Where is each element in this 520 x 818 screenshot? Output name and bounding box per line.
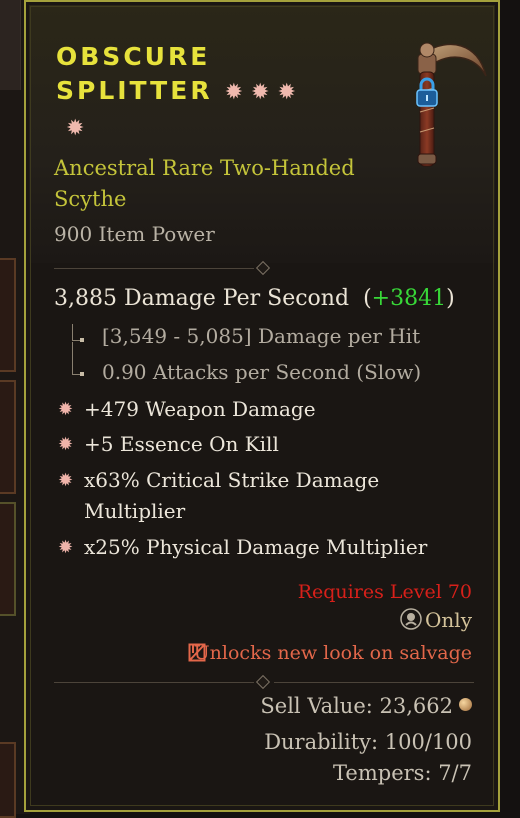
affix-line: ✹ +479 Weapon Damage [58, 394, 438, 425]
inventory-slot[interactable] [0, 742, 16, 818]
tree-node [80, 372, 84, 376]
inventory-edge-top [0, 0, 21, 90]
tree-branch [72, 342, 83, 375]
dps-paren-open: ( [363, 286, 372, 311]
divider [274, 682, 474, 683]
inventory-slot[interactable] [0, 258, 16, 372]
sell-value: Sell Value: 23,662 [260, 694, 472, 718]
class-restriction: Only [425, 608, 472, 632]
item-tooltip: Obscure Splitter ✹ ✹ ✹ ✹ Ancestral Rare Two… [24, 0, 500, 812]
dps-value: 3,885 Damage Per Second [54, 286, 350, 311]
item-power: 900 Item Power [54, 222, 215, 246]
padlock-icon[interactable] [414, 76, 440, 108]
sell-value-text: Sell Value: 23,662 [260, 694, 453, 718]
affix-text: +5 Essence On Kill [84, 432, 279, 456]
affix-text: +479 Weapon Damage [84, 397, 316, 421]
divider [54, 268, 254, 269]
durability: Durability: 100/100 [264, 730, 472, 754]
class-emblem-icon [400, 608, 422, 630]
gold-coin-icon [459, 698, 472, 711]
socket-gem-icon: ✹ [251, 80, 270, 105]
attacks-per-second: 0.90 Attacks per Second (Slow) [102, 360, 422, 384]
level-requirement: Requires Level 70 [297, 581, 472, 603]
dps-paren-close: ) [446, 286, 455, 311]
burst-star-icon: ✹ [58, 470, 74, 491]
affix-line: ✹ x63% Critical Strike Damage Multiplier [58, 465, 388, 527]
inventory-slot[interactable] [0, 380, 16, 494]
item-name-line2: Splitter [56, 76, 213, 105]
item-name: Obscure Splitter ✹ ✹ ✹ ✹ [56, 40, 356, 146]
item-rarity-type: Ancestral Rare Two-Handed Scythe [54, 156, 355, 211]
socket-gem-icon: ✹ [224, 80, 244, 105]
affix-text: x25% Physical Damage Multiplier [84, 535, 428, 559]
damage-per-second: 3,885 Damage Per Second (+3841) [54, 286, 455, 311]
affix-line: ✹ +5 Essence On Kill [58, 429, 438, 460]
burst-star-icon: ✹ [58, 537, 74, 558]
affix-text: x63% Critical Strike Damage Multiplier [84, 468, 380, 523]
dps-delta: +3841 [371, 286, 447, 311]
divider [54, 682, 254, 683]
inventory-slot[interactable] [0, 502, 16, 616]
burst-star-icon: ✹ [58, 399, 74, 420]
damage-per-hit: [3,549 - 5,085] Damage per Hit [102, 324, 421, 348]
burst-star-icon: ✹ [58, 434, 74, 455]
tempers: Tempers: 7/7 [333, 761, 472, 785]
salvage-unlock-note: Unlocks new look on salvage [193, 642, 472, 664]
socket-gem-icon: ✹ [66, 116, 85, 141]
affix-line: ✹ x25% Physical Damage Multiplier [58, 532, 438, 563]
item-name-line1: Obscure [56, 42, 211, 71]
socket-gem-icon: ✹ [277, 80, 296, 105]
